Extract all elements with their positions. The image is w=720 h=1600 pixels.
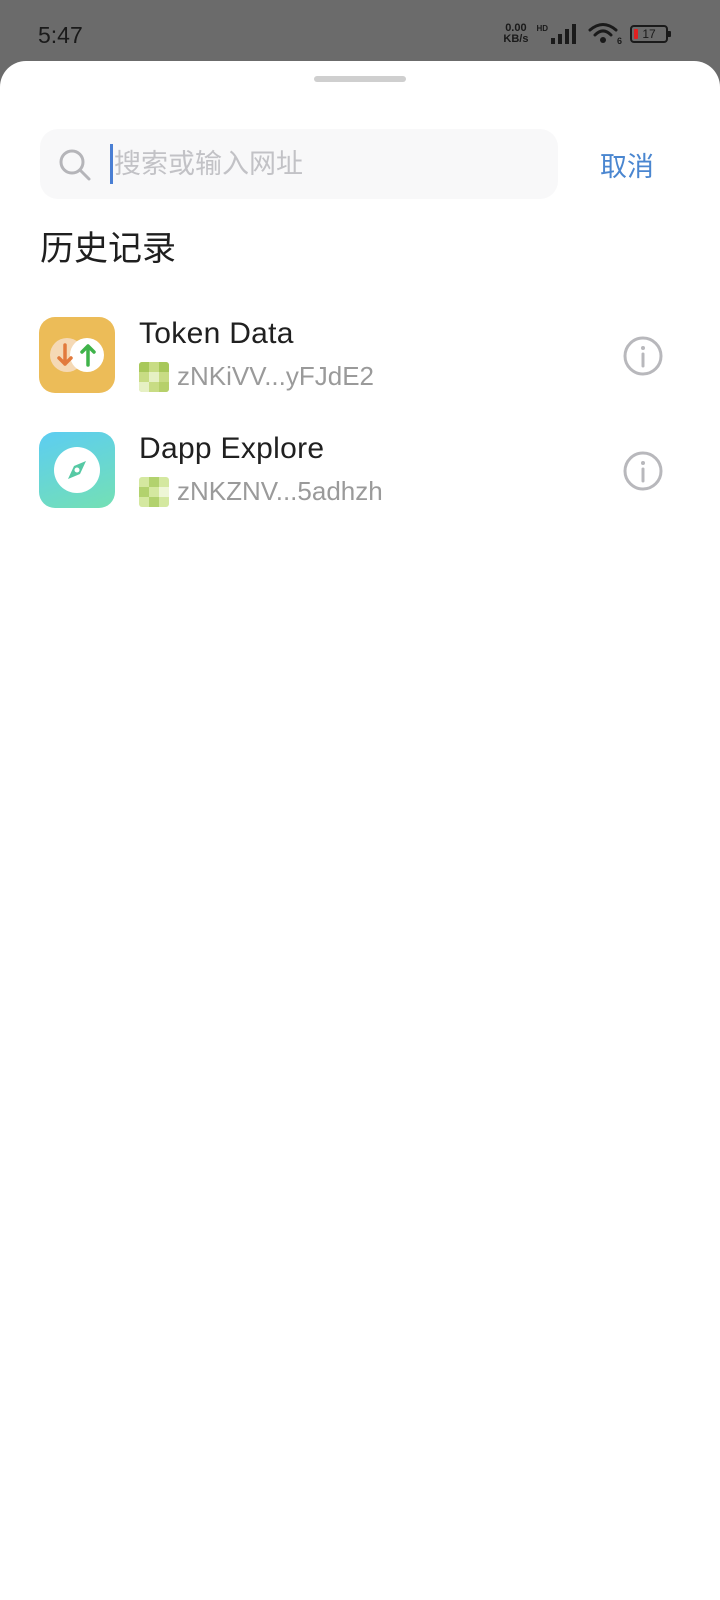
- history-item-address: zNKiVV...yFJdE2: [177, 361, 375, 391]
- history-item-address-row: zNKiVV...yFJdE2: [139, 361, 374, 392]
- status-time: 5:47: [38, 22, 83, 48]
- token-transfer-icon: [39, 317, 115, 393]
- address-avatar-icon: [139, 476, 169, 507]
- history-item-name: Token Data: [139, 317, 294, 350]
- search-input[interactable]: [110, 139, 540, 189]
- info-button[interactable]: [622, 450, 664, 492]
- battery-icon: 17: [630, 25, 671, 43]
- cancel-button[interactable]: 取消: [600, 145, 654, 184]
- text-caret: [110, 144, 113, 184]
- history-item[interactable]: Dapp Explore zNKZNV...5adhzh: [0, 426, 720, 541]
- search-bar[interactable]: [40, 129, 558, 199]
- history-item[interactable]: Token Data zNKiVV...yFJdE2: [0, 311, 720, 426]
- history-item-name: Dapp Explore: [139, 432, 325, 465]
- info-button[interactable]: [622, 335, 664, 377]
- history-item-address: zNKZNV...5adhzh: [177, 476, 383, 506]
- info-icon: [623, 336, 663, 376]
- address-avatar-icon: [139, 361, 169, 392]
- search-icon: [59, 149, 91, 181]
- history-list: Token Data zNKiVV...yFJdE2 Dapp Explore …: [0, 311, 720, 541]
- history-item-address-row: zNKZNV...5adhzh: [139, 476, 383, 507]
- network-speed-unit: KB/s: [503, 33, 529, 45]
- battery-level: 17: [642, 27, 656, 41]
- browser-search-sheet: 取消 历史记录 Token Data: [0, 61, 720, 1600]
- signal-icon: [551, 24, 576, 44]
- status-icons: 0.00 KB/s HD 6 17: [503, 22, 671, 46]
- status-bar: 5:47 0.00 KB/s HD 6 17: [0, 0, 720, 62]
- drag-handle[interactable]: [314, 76, 406, 82]
- history-title: 历史记录: [40, 229, 176, 269]
- hd-label: HD: [536, 23, 548, 33]
- wifi-indicator: 6: [588, 22, 622, 46]
- compass-icon: [39, 432, 115, 508]
- info-icon: [623, 451, 663, 491]
- network-speed: 0.00 KB/s: [503, 23, 528, 45]
- wifi-badge: 6: [616, 36, 622, 46]
- wifi-icon: [588, 23, 618, 43]
